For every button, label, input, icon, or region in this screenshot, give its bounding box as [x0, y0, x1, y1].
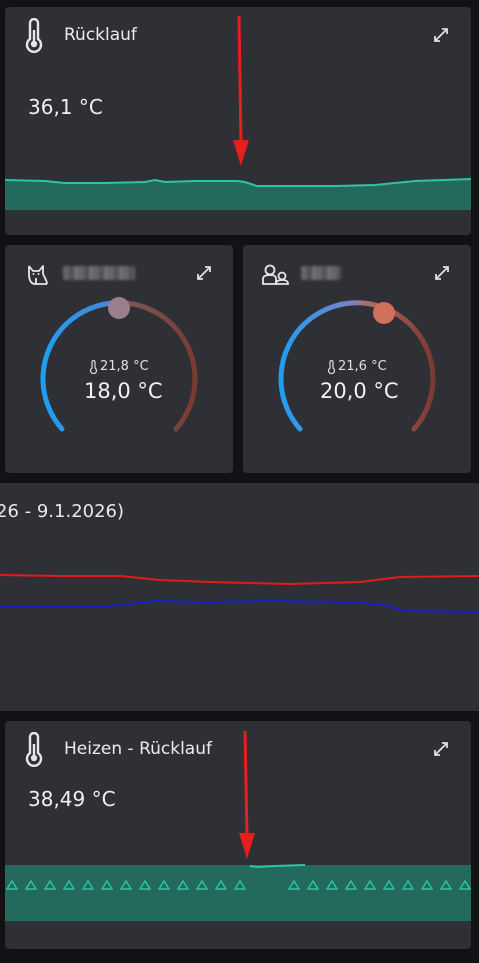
thermometer-icon [25, 732, 43, 767]
cat-icon [28, 265, 48, 285]
thermometer-small-icon [327, 359, 336, 374]
series-line-red [0, 574, 479, 586]
history-graph-card[interactable]: 26 - 9.1.2026) [0, 483, 479, 711]
current-temperature: 21,8 °C [89, 359, 149, 374]
thermostat-card-right[interactable]: 21,6 °C 20,0 °C [243, 245, 471, 473]
card-title: Rücklauf [64, 25, 137, 45]
card-title: Heizen - Rücklauf [64, 739, 212, 759]
expand-icon[interactable] [433, 264, 451, 282]
device-name-redacted [301, 266, 341, 280]
thermometer-icon [25, 18, 43, 53]
target-handle [108, 297, 130, 319]
series-line-blue [0, 599, 479, 613]
annotation-arrow-top [233, 15, 249, 166]
thermostat-card-left[interactable]: 21,8 °C 18,0 °C [5, 245, 233, 473]
graph-fill [5, 865, 471, 921]
sensor-value: 38,49 °C [28, 787, 116, 811]
graph-date-range: 26 - 9.1.2026) [0, 501, 125, 522]
expand-icon[interactable] [432, 740, 450, 758]
thermometer-small-icon [89, 359, 98, 374]
current-temperature: 21,6 °C [327, 359, 387, 374]
expand-icon[interactable] [195, 264, 213, 282]
target-temperature: 20,0 °C [320, 379, 399, 403]
current-temperature-text: 21,8 °C [100, 359, 149, 374]
target-handle [373, 302, 395, 324]
expand-icon[interactable] [432, 26, 450, 44]
device-name-redacted [63, 266, 135, 280]
current-temperature-text: 21,6 °C [338, 359, 387, 374]
annotation-arrow-bottom [239, 730, 255, 859]
history-lines [0, 574, 479, 613]
sensor-history-graph [5, 178, 471, 210]
target-temperature: 18,0 °C [84, 379, 163, 403]
users-icon [262, 264, 289, 285]
sensor-value: 36,1 °C [28, 95, 103, 119]
